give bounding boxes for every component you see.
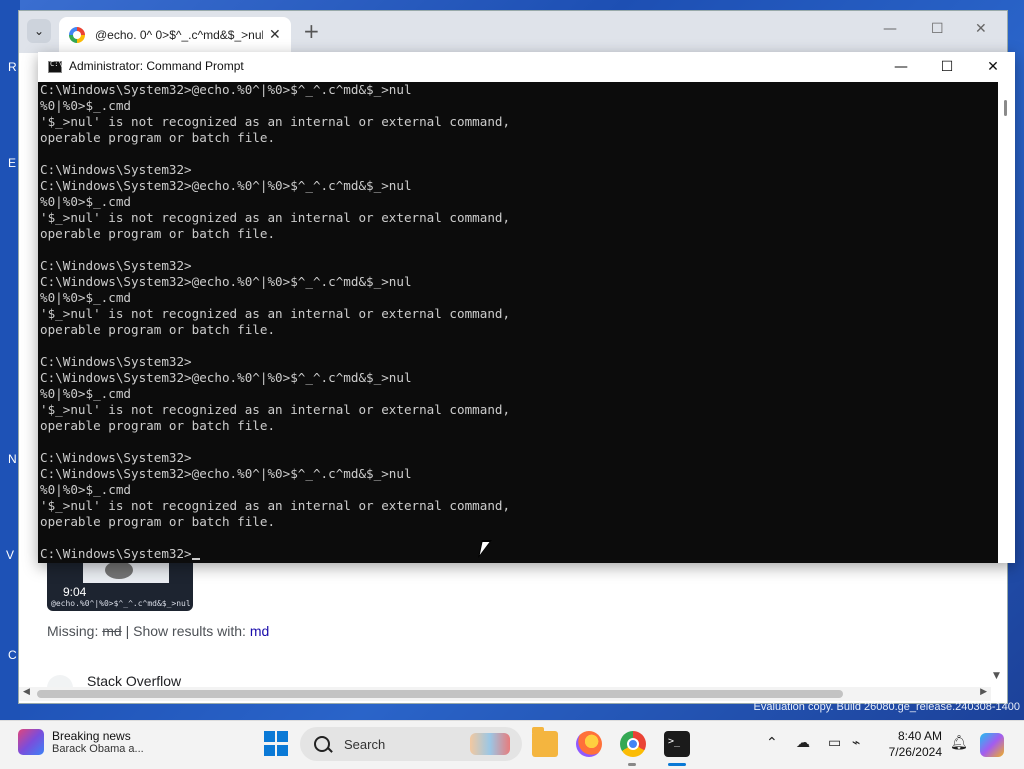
cmd-output-line: '$_>nul' is not recognized as an interna…	[40, 306, 511, 321]
cmd-output-line: %0|%0>$_.cmd	[40, 482, 131, 497]
cmd-output-line: %0|%0>$_.cmd	[40, 386, 131, 401]
cmd-output-line: operable program or batch file.	[40, 514, 276, 529]
desktop-glyph: N	[8, 452, 17, 466]
cmd-output-line: C:\Windows\System32>@echo.%0^|%0>$^_^.c^…	[40, 274, 412, 289]
start-icon[interactable]	[264, 731, 290, 757]
cmd-output-line: operable program or batch file.	[40, 418, 276, 433]
cmd-output-line: C:\Windows\System32>@echo.%0^|%0>$^_^.c^…	[40, 178, 412, 193]
terminal-icon[interactable]	[664, 731, 690, 757]
cmd-output-line	[38, 530, 998, 546]
cmd-output-line: C:\Windows\System32>	[40, 354, 192, 369]
cmd-window-title: Administrator: Command Prompt	[69, 59, 244, 73]
scroll-right-arrow-icon[interactable]: ▶	[980, 687, 987, 697]
news-subtitle: Barack Obama a...	[52, 743, 144, 755]
cmd-output-line	[38, 242, 998, 258]
command-prompt-window: Administrator: Command Prompt — ☐ ✕ C:\W…	[38, 52, 1015, 563]
missing-term: md	[102, 623, 122, 639]
cmd-output-line: operable program or batch file.	[40, 322, 276, 337]
cmd-output-line: C:\Windows\System32>	[38, 546, 998, 562]
tab-title: @echo. 0^ 0>$^_.c^md&$_>nul	[95, 28, 263, 42]
browser-tab-bar: ⌄ @echo. 0^ 0>$^_.c^md&$_>nul ✕ + — ☐ ✕	[19, 11, 1007, 53]
cmd-scrollbar-thumb[interactable]	[1004, 100, 1007, 116]
browser-close-button[interactable]: ✕	[975, 21, 987, 37]
video-thumbnail[interactable]: 9:04 @echo.%0^|%0>$^_^.c^md&$_>nul	[47, 561, 193, 611]
cmd-output-line: %0|%0>$_.cmd	[40, 194, 131, 209]
show-results-link[interactable]: md	[250, 623, 269, 639]
show-hidden-icons-button[interactable]: ⌃	[766, 735, 778, 751]
cmd-output-line: operable program or batch file.	[40, 130, 276, 145]
news-title: Breaking news	[52, 729, 131, 743]
network-icon[interactable]: ⌁	[852, 735, 860, 751]
cmd-output-line: C:\Windows\System32>	[40, 450, 192, 465]
search-icon	[314, 736, 330, 752]
chrome-running-indicator	[628, 763, 636, 766]
cmd-cursor	[191, 558, 200, 560]
cmd-output-line: '$_>nul' is not recognized as an interna…	[40, 402, 511, 417]
missing-label: Missing:	[47, 623, 99, 639]
cmd-output-line: '$_>nul' is not recognized as an interna…	[40, 498, 511, 513]
taskbar: Breaking news Barack Obama a... Search ⌃…	[0, 720, 1024, 769]
video-duration: 9:04	[63, 585, 87, 599]
firefox-icon[interactable]	[576, 731, 602, 757]
cmd-output-line	[38, 338, 998, 354]
scrollbar-thumb[interactable]	[37, 690, 843, 698]
desktop-background	[0, 0, 20, 720]
taskbar-search[interactable]: Search	[300, 727, 522, 761]
search-label: Search	[344, 736, 386, 752]
cmd-output-line: '$_>nul' is not recognized as an interna…	[40, 114, 511, 129]
browser-tab-active[interactable]: @echo. 0^ 0>$^_.c^md&$_>nul ✕	[59, 17, 291, 53]
horizontal-scrollbar[interactable]: ◀ ▶	[19, 687, 991, 701]
cmd-output-line	[38, 434, 998, 450]
command-prompt-icon	[48, 60, 63, 73]
cmd-minimize-button[interactable]: —	[881, 56, 921, 78]
cmd-titlebar[interactable]: Administrator: Command Prompt — ☐ ✕	[38, 52, 1015, 82]
cmd-output[interactable]: C:\Windows\System32>@echo.%0^|%0>$^_^.c^…	[38, 82, 998, 563]
file-explorer-icon[interactable]	[532, 727, 558, 757]
chrome-icon[interactable]	[620, 731, 646, 757]
copilot-icon[interactable]	[980, 733, 1004, 757]
cmd-vertical-scrollbar[interactable]	[998, 82, 1015, 563]
cmd-output-line: C:\Windows\System32>@echo.%0^|%0>$^_^.c^…	[40, 466, 412, 481]
desktop-glyph: E	[8, 156, 17, 170]
onedrive-icon[interactable]: ☁	[796, 735, 810, 751]
browser-maximize-button[interactable]: ☐	[931, 21, 944, 37]
google-favicon-icon	[69, 27, 85, 43]
cmd-output-line: C:\Windows\System32>	[40, 162, 192, 177]
cmd-output-line: C:\Windows\System32>	[40, 258, 192, 273]
cmd-output-line: %0|%0>$_.cmd	[40, 290, 131, 305]
evaluation-watermark: Evaluation copy. Build 26080.ge_release.…	[753, 701, 1020, 713]
cmd-output-line: '$_>nul' is not recognized as an interna…	[40, 210, 511, 225]
show-results-label: | Show results with:	[125, 623, 246, 639]
cmd-output-line: operable program or batch file.	[40, 226, 276, 241]
new-tab-button[interactable]: +	[303, 19, 320, 43]
missing-terms-line: Missing: md | Show results with: md	[47, 623, 269, 639]
video-caption: @echo.%0^|%0>$^_^.c^md&$_>nul	[51, 599, 191, 608]
clock-time: 8:40 AM	[897, 729, 942, 743]
cmd-maximize-button[interactable]: ☐	[927, 56, 967, 78]
cmd-output-line: C:\Windows\System32>@echo.%0^|%0>$^_^.c^…	[40, 370, 412, 385]
cmd-close-button[interactable]: ✕	[973, 56, 1013, 78]
search-highlight-icon	[470, 733, 510, 755]
clock-date: 7/26/2024	[888, 745, 942, 759]
desktop-glyph: C	[8, 648, 17, 662]
tab-close-button[interactable]: ✕	[269, 27, 281, 43]
news-widget[interactable]: Breaking news Barack Obama a...	[18, 729, 144, 755]
desktop-glyph: V	[6, 548, 15, 562]
news-widget-icon	[18, 729, 44, 755]
cmd-output-line: %0|%0>$_.cmd	[40, 98, 131, 113]
desktop-glyph: R	[8, 60, 17, 74]
notification-bell-icon[interactable]: 🔔︎	[950, 735, 968, 751]
clock[interactable]: 8:40 AM 7/26/2024	[880, 728, 942, 760]
display-icon[interactable]: ▭	[828, 735, 841, 751]
tab-search-dropdown[interactable]: ⌄	[27, 19, 51, 43]
scroll-down-arrow-icon[interactable]: ▼	[993, 671, 1000, 681]
play-icon	[105, 561, 133, 579]
terminal-active-indicator	[668, 763, 686, 766]
browser-minimize-button[interactable]: —	[883, 21, 897, 37]
scroll-left-arrow-icon[interactable]: ◀	[23, 687, 30, 697]
cmd-output-line: C:\Windows\System32>@echo.%0^|%0>$^_^.c^…	[40, 82, 412, 97]
cmd-output-line	[38, 146, 998, 162]
chevron-down-icon: ⌄	[33, 24, 45, 38]
